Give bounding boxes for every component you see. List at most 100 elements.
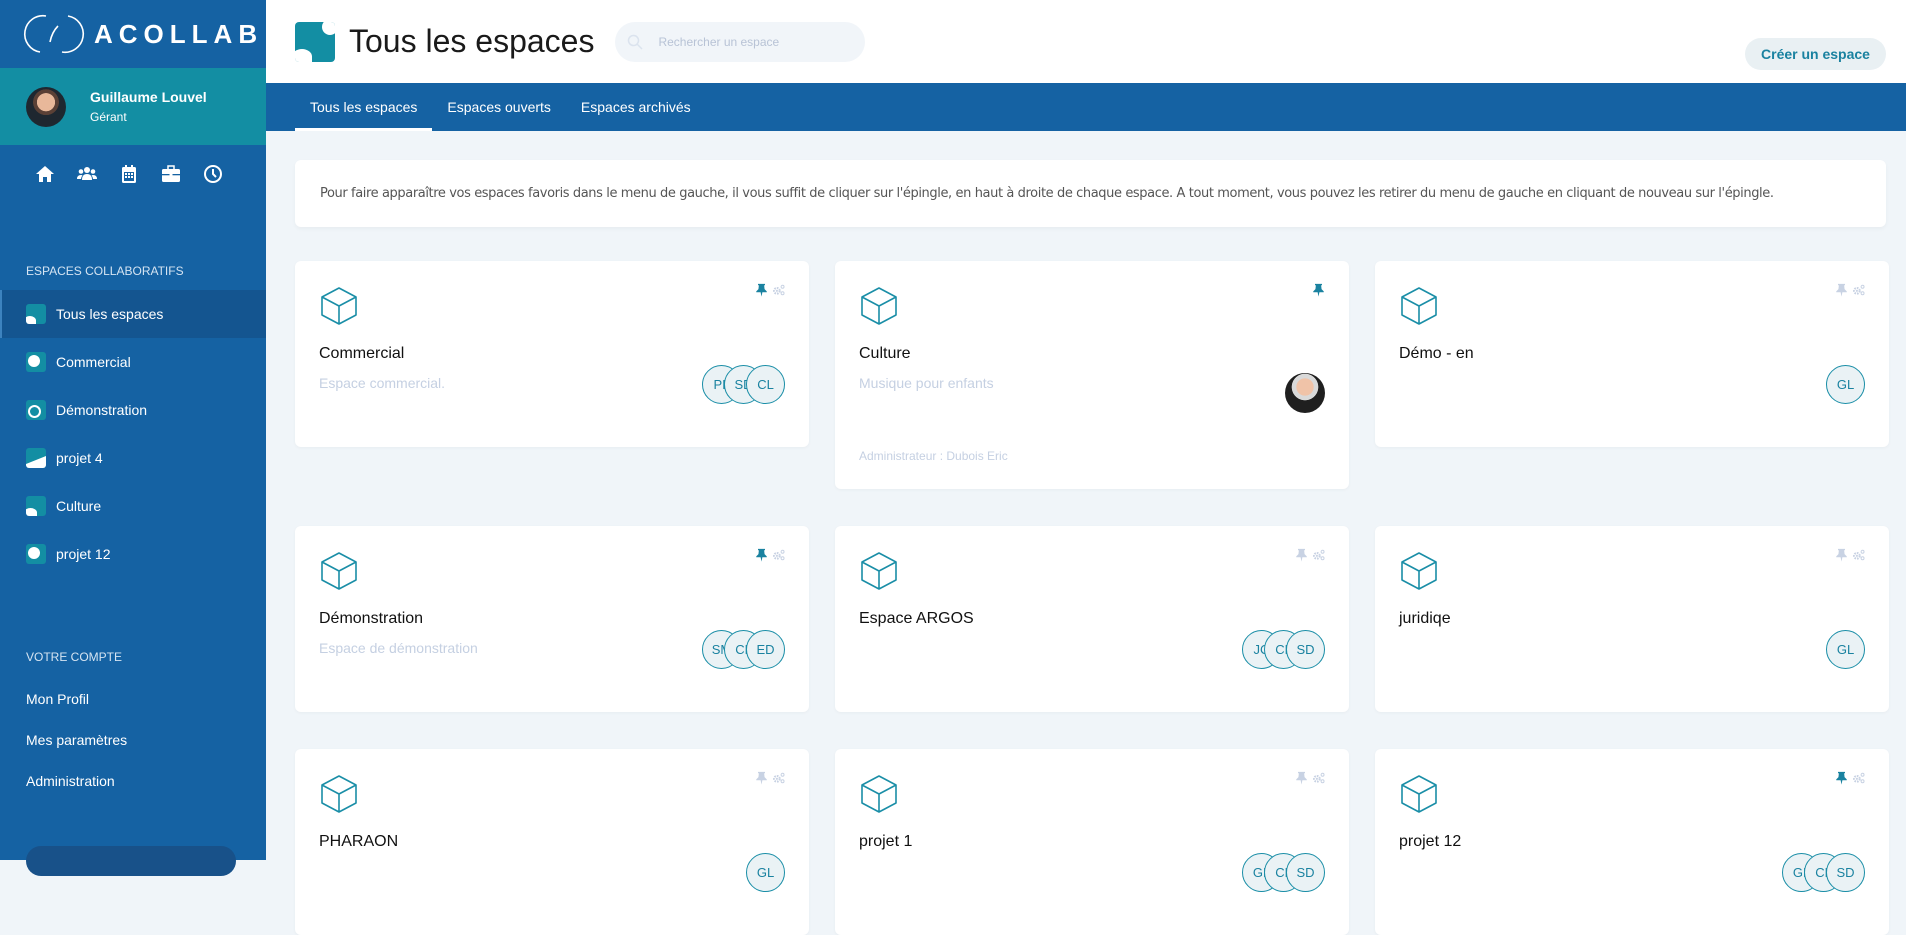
- cube-icon: [859, 550, 899, 590]
- cube-icon: [319, 773, 359, 813]
- settings-icon[interactable]: [772, 548, 785, 567]
- settings-icon[interactable]: [1852, 283, 1865, 302]
- member-avatar[interactable]: ED: [746, 630, 785, 669]
- space-title[interactable]: Culture: [859, 345, 911, 363]
- sidebar: ACOLLAB Guillaume Louvel Gérant ESPACES …: [0, 0, 266, 876]
- space-admin: Administrateur : Dubois Eric: [859, 449, 1008, 463]
- space-title[interactable]: Démonstration: [319, 610, 423, 628]
- pin-icon[interactable]: [755, 771, 768, 790]
- space-card[interactable]: Démo - en GL: [1375, 261, 1889, 447]
- pin-icon[interactable]: [1295, 771, 1308, 790]
- member-avatar[interactable]: GL: [1826, 630, 1865, 669]
- pin-icon[interactable]: [755, 283, 768, 302]
- sidebar-bottom-button[interactable]: [26, 846, 236, 876]
- pin-icon[interactable]: [1295, 548, 1308, 567]
- settings-icon[interactable]: [772, 771, 785, 790]
- users-icon[interactable]: [76, 163, 97, 184]
- sidebar-item-label: projet 4: [56, 450, 103, 466]
- sidebar-item-projet-4[interactable]: projet 4: [0, 434, 266, 482]
- member-avatars: GL: [1826, 630, 1865, 669]
- pin-icon[interactable]: [1835, 771, 1848, 790]
- sidebar-item-label: Tous les espaces: [56, 306, 164, 322]
- settings-icon[interactable]: [1852, 771, 1865, 790]
- settings-icon[interactable]: [1312, 548, 1325, 567]
- space-icon: [26, 352, 46, 372]
- calendar-icon[interactable]: [118, 163, 139, 184]
- member-avatars: GL CL SD: [1782, 853, 1865, 892]
- settings-icon[interactable]: [772, 283, 785, 302]
- member-avatar[interactable]: SD: [1286, 630, 1325, 669]
- space-description: Musique pour enfants: [859, 375, 994, 391]
- page-title: Tous les espaces: [349, 23, 595, 59]
- space-title[interactable]: Démo - en: [1399, 345, 1474, 363]
- member-avatar[interactable]: GL: [1826, 365, 1865, 404]
- member-avatars: GL CL SD: [1242, 853, 1325, 892]
- sidebar-item-mon-profil[interactable]: Mon Profil: [0, 678, 266, 719]
- space-title[interactable]: projet 1: [859, 833, 912, 851]
- sidebar-item-tous-les-espaces[interactable]: Tous les espaces: [0, 290, 266, 338]
- sidebar-item-demonstration[interactable]: Démonstration: [0, 386, 266, 434]
- cube-icon: [859, 773, 899, 813]
- spaces-nav: Tous les espaces Commercial Démonstratio…: [0, 290, 266, 578]
- cube-icon: [1399, 550, 1439, 590]
- sidebar-item-label: projet 12: [56, 546, 111, 562]
- sidebar-item-mes-parametres[interactable]: Mes paramètres: [0, 719, 266, 760]
- space-description: Espace de démonstration: [319, 640, 478, 656]
- home-icon[interactable]: [34, 163, 55, 184]
- sidebar-item-projet-12[interactable]: projet 12: [0, 530, 266, 578]
- pin-icon[interactable]: [1312, 283, 1325, 302]
- clock-icon[interactable]: [202, 163, 223, 184]
- member-avatar[interactable]: SD: [1286, 853, 1325, 892]
- pin-icon[interactable]: [1835, 548, 1848, 567]
- briefcase-icon[interactable]: [160, 163, 181, 184]
- member-avatar[interactable]: CL: [746, 365, 785, 404]
- space-title[interactable]: Espace ARGOS: [859, 610, 974, 628]
- sidebar-item-administration[interactable]: Administration: [0, 760, 266, 801]
- space-card[interactable]: PHARAON GL: [295, 749, 809, 935]
- space-title[interactable]: Commercial: [319, 345, 404, 363]
- user-avatar[interactable]: [26, 86, 66, 127]
- tab-espaces-archives[interactable]: Espaces archivés: [566, 83, 706, 131]
- search-input[interactable]: [658, 34, 849, 49]
- space-card[interactable]: Espace ARGOS JC CL SD: [835, 526, 1349, 712]
- space-title[interactable]: projet 12: [1399, 833, 1461, 851]
- space-icon: [26, 544, 46, 564]
- user-role: Gérant: [90, 110, 127, 124]
- member-avatars: GL: [746, 853, 785, 892]
- cube-icon: [1399, 773, 1439, 813]
- spaces-icon: [295, 21, 335, 62]
- cube-icon: [859, 285, 899, 325]
- create-space-button[interactable]: Créer un espace: [1745, 38, 1886, 70]
- space-title[interactable]: juridiqe: [1399, 610, 1451, 628]
- tab-espaces-ouverts[interactable]: Espaces ouverts: [432, 83, 566, 131]
- user-panel[interactable]: Guillaume Louvel Gérant: [0, 68, 266, 145]
- settings-icon[interactable]: [1852, 548, 1865, 567]
- member-avatars: [1285, 365, 1325, 413]
- member-avatar[interactable]: GL: [746, 853, 785, 892]
- account-section-title: VOTRE COMPTE: [26, 650, 123, 664]
- space-card[interactable]: projet 1 GL CL SD: [835, 749, 1349, 935]
- pin-icon[interactable]: [1835, 283, 1848, 302]
- tab-tous-les-espaces[interactable]: Tous les espaces: [295, 83, 433, 131]
- space-card[interactable]: Démonstration Espace de démonstration SM CL…: [295, 526, 809, 712]
- settings-icon[interactable]: [1312, 771, 1325, 790]
- quick-nav: [0, 163, 266, 184]
- space-card[interactable]: projet 12 GL CL SD: [1375, 749, 1889, 935]
- search-icon: [628, 34, 643, 50]
- pin-icon[interactable]: [755, 548, 768, 567]
- space-card[interactable]: juridiqe GL: [1375, 526, 1889, 712]
- sidebar-item-culture[interactable]: Culture: [0, 482, 266, 530]
- member-avatars: PL SD CL: [702, 365, 785, 404]
- acollab-logo-icon: [24, 14, 84, 54]
- logo[interactable]: ACOLLAB: [0, 0, 266, 68]
- member-avatar[interactable]: [1285, 373, 1325, 413]
- sidebar-item-commercial[interactable]: Commercial: [0, 338, 266, 386]
- space-card[interactable]: Culture Musique pour enfants Administrateu…: [835, 261, 1349, 489]
- space-title[interactable]: PHARAON: [319, 833, 398, 851]
- search-box[interactable]: [615, 21, 866, 62]
- info-banner: Pour faire apparaître vos espaces favori…: [295, 160, 1886, 227]
- sidebar-item-label: Démonstration: [56, 402, 148, 418]
- member-avatar[interactable]: SD: [1826, 853, 1865, 892]
- space-card[interactable]: Commercial Espace commercial. PL SD CL: [295, 261, 809, 447]
- sidebar-item-label: Commercial: [56, 354, 131, 370]
